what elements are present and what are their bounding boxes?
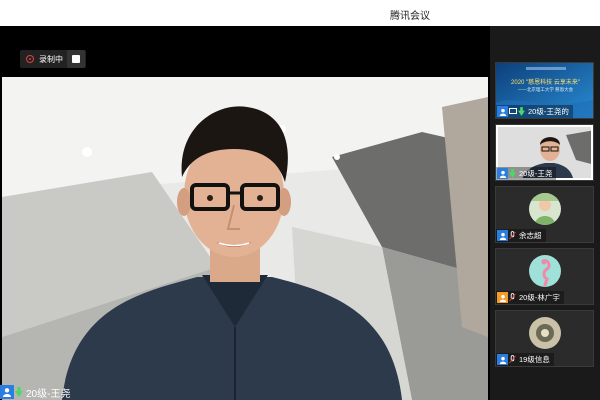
main-video[interactable] (2, 77, 488, 400)
stop-icon (72, 55, 80, 63)
user-icon (497, 106, 508, 117)
participant-tile[interactable]: 19级信息 (495, 310, 594, 367)
avatar (529, 193, 561, 225)
record-icon (26, 55, 34, 63)
mic-muted-icon (508, 354, 517, 365)
title-bar: 腾讯会议 (0, 0, 600, 26)
participant-tile[interactable]: 20级-林广宇 (495, 248, 594, 305)
participant-tile-active-speaker[interactable]: 20级-王尧 (495, 124, 594, 181)
tile-footer: 20级-林广宇 (496, 291, 564, 304)
tile-footer: 余志超 (496, 229, 546, 242)
screen-share-icon (508, 106, 517, 117)
user-icon (0, 385, 14, 399)
participant-name: 20级-林广宇 (519, 293, 560, 302)
main-speaker-tag: 20级-王尧 (0, 384, 70, 400)
shared-screen-heading: 2020 "慈恩科技 云享未来" (511, 80, 580, 86)
window-title: 腾讯会议 (390, 11, 430, 22)
avatar (529, 255, 561, 287)
recording-label: 录制中 (39, 54, 63, 64)
participant-name: 20级-王尧 (519, 169, 553, 178)
shared-screen-subheading: ——北京理工大学 慈恩大会 (517, 87, 574, 92)
participant-tile[interactable]: 余志超 (495, 186, 594, 243)
main-speaker-name: 20级-王尧 (26, 388, 71, 400)
tile-footer: 20级-王尧 (496, 167, 557, 180)
avatar (529, 317, 561, 349)
mic-muted-icon (508, 230, 517, 241)
main-stage: 录制中 (0, 26, 490, 400)
user-icon (497, 230, 508, 241)
speaker-video-frame (2, 77, 488, 400)
participant-tile-shared-screen[interactable]: 2020 "慈恩科技 云享未来" ——北京理工大学 慈恩大会 20级-王尧的 (495, 62, 594, 119)
participant-name: 余志超 (519, 231, 542, 240)
tile-footer: 19级信息 (496, 353, 554, 366)
tile-footer: 20级-王尧的 (496, 105, 573, 118)
participant-sidebar[interactable]: 2020 "慈恩科技 云享未来" ——北京理工大学 慈恩大会 20级-王尧的 2… (490, 26, 600, 400)
mic-level-icon (508, 168, 517, 179)
mic-level-icon (517, 106, 526, 117)
user-icon (497, 168, 508, 179)
participant-name: 20级-王尧的 (528, 107, 569, 116)
mic-level-icon (14, 385, 24, 399)
mic-muted-icon (508, 292, 517, 303)
stop-recording-button[interactable] (67, 50, 85, 68)
participant-name: 19级信息 (519, 355, 550, 364)
user-icon (497, 292, 508, 303)
user-icon (497, 354, 508, 365)
